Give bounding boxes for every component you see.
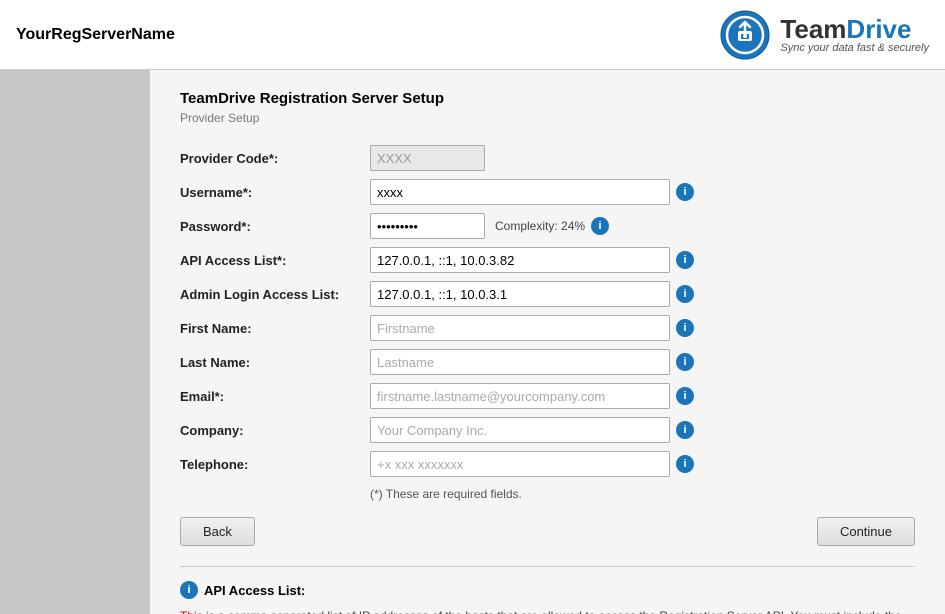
telephone-info-icon[interactable]: i <box>676 455 694 473</box>
password-row: Password*: Complexity: 24% i <box>180 213 915 239</box>
page-subtitle: Provider Setup <box>180 111 915 125</box>
back-button[interactable]: Back <box>180 517 255 546</box>
email-input-wrap: i <box>370 383 694 409</box>
api-access-info-icon[interactable]: i <box>676 251 694 269</box>
api-access-row: API Access List*: i <box>180 247 915 273</box>
telephone-input-wrap: i <box>370 451 694 477</box>
info-box: i API Access List: This is a comma separ… <box>180 566 915 614</box>
logo-area: TeamDrive Sync your data fast & securely <box>720 10 929 60</box>
username-info-icon[interactable]: i <box>676 183 694 201</box>
api-access-input[interactable] <box>370 247 670 273</box>
api-access-label: API Access List*: <box>180 253 370 268</box>
info-box-title-text: API Access List: <box>204 583 305 598</box>
firstname-row: First Name: i <box>180 315 915 341</box>
company-input-wrap: i <box>370 417 694 443</box>
provider-code-label: Provider Code*: <box>180 151 370 166</box>
password-label: Password*: <box>180 219 370 234</box>
buttons-row: Back Continue <box>180 517 915 546</box>
password-input-wrap: Complexity: 24% i <box>370 213 609 239</box>
username-input-wrap: i <box>370 179 694 205</box>
firstname-label: First Name: <box>180 321 370 336</box>
admin-login-info-icon[interactable]: i <box>676 285 694 303</box>
provider-code-input-wrap <box>370 145 485 171</box>
telephone-input[interactable] <box>370 451 670 477</box>
logo-tagline: Sync your data fast & securely <box>780 42 929 54</box>
continue-button[interactable]: Continue <box>817 517 915 546</box>
company-row: Company: i <box>180 417 915 443</box>
lastname-input-wrap: i <box>370 349 694 375</box>
header: YourRegServerName TeamDrive Sync your da… <box>0 0 945 70</box>
username-input[interactable] <box>370 179 670 205</box>
main-layout: TeamDrive Registration Server Setup Prov… <box>0 70 945 614</box>
firstname-input[interactable] <box>370 315 670 341</box>
lastname-input[interactable] <box>370 349 670 375</box>
logo-name: TeamDrive <box>780 16 929 42</box>
logo-drive: Drive <box>846 14 911 44</box>
telephone-row: Telephone: i <box>180 451 915 477</box>
main-content: TeamDrive Registration Server Setup Prov… <box>150 70 945 614</box>
sidebar <box>0 70 150 614</box>
password-input[interactable] <box>370 213 485 239</box>
firstname-info-icon[interactable]: i <box>676 319 694 337</box>
email-info-icon[interactable]: i <box>676 387 694 405</box>
lastname-label: Last Name: <box>180 355 370 370</box>
info-box-icon: i <box>180 581 198 599</box>
logo-team: Team <box>780 14 846 44</box>
required-note: (*) These are required fields. <box>370 487 915 501</box>
password-info-icon[interactable]: i <box>591 217 609 235</box>
provider-code-input[interactable] <box>370 145 485 171</box>
company-input[interactable] <box>370 417 670 443</box>
email-input[interactable] <box>370 383 670 409</box>
username-label: Username*: <box>180 185 370 200</box>
username-row: Username*: i <box>180 179 915 205</box>
admin-login-input[interactable] <box>370 281 670 307</box>
complexity-text: Complexity: 24% <box>495 219 585 233</box>
admin-login-row: Admin Login Access List: i <box>180 281 915 307</box>
info-box-text: This is a comma separated list of IP add… <box>180 607 915 614</box>
company-label: Company: <box>180 423 370 438</box>
firstname-input-wrap: i <box>370 315 694 341</box>
api-access-input-wrap: i <box>370 247 694 273</box>
admin-login-input-wrap: i <box>370 281 694 307</box>
admin-login-label: Admin Login Access List: <box>180 287 370 302</box>
teamdrive-logo-icon <box>720 10 770 60</box>
company-info-icon[interactable]: i <box>676 421 694 439</box>
info-box-title-row: i API Access List: <box>180 581 915 599</box>
email-label: Email*: <box>180 389 370 404</box>
server-name: YourRegServerName <box>16 26 175 44</box>
email-row: Email*: i <box>180 383 915 409</box>
telephone-label: Telephone: <box>180 457 370 472</box>
logo-text: TeamDrive Sync your data fast & securely <box>780 16 929 54</box>
lastname-row: Last Name: i <box>180 349 915 375</box>
provider-code-row: Provider Code*: <box>180 145 915 171</box>
lastname-info-icon[interactable]: i <box>676 353 694 371</box>
page-title: TeamDrive Registration Server Setup <box>180 90 915 107</box>
